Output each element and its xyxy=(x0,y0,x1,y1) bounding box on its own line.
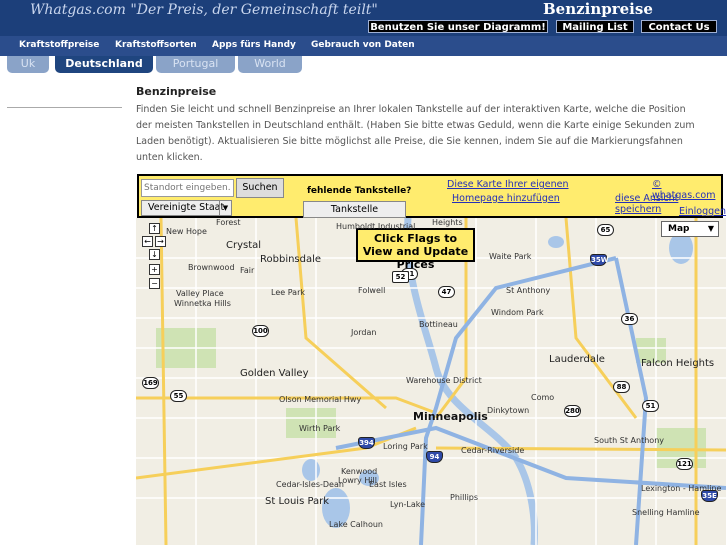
map-label: Minneapolis xyxy=(413,410,488,423)
route-shield: 47 xyxy=(438,286,455,298)
map-toolbar: Suchen Vereinigte Staat ▼ fehlende Tanks… xyxy=(137,174,726,230)
map-label: Dinkytown xyxy=(487,406,530,415)
login-link[interactable]: Einloggen xyxy=(679,206,726,217)
map-label: Wirth Park xyxy=(299,424,341,433)
map-label: Lyn-Lake xyxy=(390,500,426,509)
country-tabs: Uk Deutschland Portugal World xyxy=(0,56,727,73)
pan-left-icon[interactable]: ← xyxy=(142,236,153,247)
map-type-select[interactable]: Map ▼ xyxy=(661,221,719,237)
route-shield: 280 xyxy=(564,405,581,417)
zoom-out-button[interactable]: − xyxy=(149,278,160,289)
tab-deutschland[interactable]: Deutschland xyxy=(55,56,153,73)
map-label: Phillips xyxy=(450,493,479,502)
pan-right-icon[interactable]: → xyxy=(155,236,166,247)
map-type-value: Map xyxy=(668,224,690,234)
add-station-button[interactable]: Tankstelle Hinzufügen xyxy=(303,201,406,230)
map-label: Humboldt Industrial xyxy=(336,222,416,231)
map-label: Loring Park xyxy=(383,442,428,451)
map-label: Waite Park xyxy=(489,252,532,261)
route-shield: 65 xyxy=(597,224,614,236)
pan-down-icon[interactable]: ↓ xyxy=(149,249,160,260)
route-shield: 121 xyxy=(676,458,693,470)
map-label: Fair xyxy=(240,266,255,275)
mailing-list-button[interactable]: Mailing List xyxy=(556,20,634,33)
contact-us-button[interactable]: Contact Us xyxy=(641,20,717,33)
map-label: Cedar-Riverside xyxy=(461,446,525,455)
map-label: Valley Place xyxy=(176,289,224,298)
map-label: Brownwood xyxy=(188,263,235,272)
nav-item-data-usage[interactable]: Gebrauch von Daten xyxy=(311,40,415,50)
route-shield: 35W xyxy=(590,254,609,266)
pan-up-icon[interactable]: ↑ xyxy=(149,223,160,234)
tab-world[interactable]: World xyxy=(238,56,302,73)
tab-portugal[interactable]: Portugal xyxy=(156,56,235,73)
route-shield: 394 xyxy=(358,437,375,449)
map-label: St Louis Park xyxy=(265,496,330,507)
interactive-map[interactable]: Click Flags to View and Update Prices Ma… xyxy=(136,218,726,545)
map-label: South St Anthony xyxy=(594,436,664,445)
map-label: Winnetka Hills xyxy=(174,299,231,308)
click-flags-callout[interactable]: Click Flags to View and Update Prices xyxy=(356,228,475,271)
nav-item-fuel-types[interactable]: Kraftstoffsorten xyxy=(115,40,197,50)
map-label: Olson Memorial Hwy xyxy=(279,395,362,404)
map-label: Kenwood xyxy=(341,467,378,476)
map-label: St Anthony xyxy=(506,286,551,295)
map-label: Forest xyxy=(216,218,241,227)
use-diagram-button[interactable]: Benutzen Sie unser Diagramm! xyxy=(368,20,548,33)
main-nav: Kraftstoffpreise Kraftstoffsorten Apps f… xyxy=(0,36,727,56)
sidebar-divider xyxy=(7,107,122,108)
tab-uk[interactable]: Uk xyxy=(7,56,49,73)
map-label: Falcon Heights xyxy=(641,358,715,369)
route-shield: 169 xyxy=(142,377,159,389)
route-shield: 36 xyxy=(621,313,638,325)
add-homepage-link[interactable]: Homepage hinzufügen xyxy=(452,193,560,204)
site-title[interactable]: Whatgas.com "Der Preis, der Gemeinschaft… xyxy=(30,2,378,18)
missing-station-label: fehlende Tankstelle? xyxy=(307,186,412,196)
map-label: Crystal xyxy=(226,240,262,251)
route-shield: 51 xyxy=(642,400,659,412)
embed-map-link[interactable]: Diese Karte Ihrer eigenen xyxy=(447,179,569,190)
map-label: Snelling Hamline xyxy=(632,508,700,517)
page-title: Benzinpreise xyxy=(136,85,217,98)
intro-text: Finden Sie leicht und schnell Benzinprei… xyxy=(136,104,695,163)
header: Whatgas.com "Der Preis, der Gemeinschaft… xyxy=(0,0,727,36)
chevron-down-icon[interactable]: ▼ xyxy=(219,201,231,215)
nav-item-fuel-prices[interactable]: Kraftstoffpreise xyxy=(19,40,99,50)
map-label: Jordan xyxy=(351,328,377,337)
route-shield: 35E xyxy=(701,490,718,502)
map-label: Lake Calhoun xyxy=(329,520,383,529)
route-shield: 55 xyxy=(170,390,187,402)
route-shield: 100 xyxy=(252,325,269,337)
country-select[interactable]: Vereinigte Staat ▼ xyxy=(141,200,232,216)
map-label: Windom Park xyxy=(491,308,544,317)
map-label: Como xyxy=(531,393,555,402)
chevron-down-icon: ▼ xyxy=(707,224,714,233)
map-label: Warehouse District xyxy=(406,376,482,385)
nav-item-apps[interactable]: Apps fürs Handy xyxy=(212,40,296,50)
route-shield: 94 xyxy=(426,451,443,463)
map-label: Cedar-Isles-Dean xyxy=(276,480,344,489)
country-select-value: Vereinigte Staat xyxy=(148,202,225,213)
zoom-in-button[interactable]: + xyxy=(149,264,160,275)
map-label: Robbinsdale xyxy=(260,254,322,265)
route-shield: 88 xyxy=(613,381,630,393)
map-label: New Hope xyxy=(166,227,207,236)
map-label: Golden Valley xyxy=(240,368,309,379)
map-label: Bottineau xyxy=(419,320,458,329)
search-button[interactable]: Suchen xyxy=(236,178,284,198)
location-search-input[interactable] xyxy=(141,179,234,197)
brand-title: Benzinpreise xyxy=(543,0,653,18)
map-label: Heights xyxy=(432,218,463,227)
map-label: Lee Park xyxy=(271,288,305,297)
route-shield: 52 xyxy=(392,271,409,283)
map-label: East Isles xyxy=(369,480,407,489)
map-label: Folwell xyxy=(358,286,386,295)
map-label: Lauderdale xyxy=(549,354,605,365)
